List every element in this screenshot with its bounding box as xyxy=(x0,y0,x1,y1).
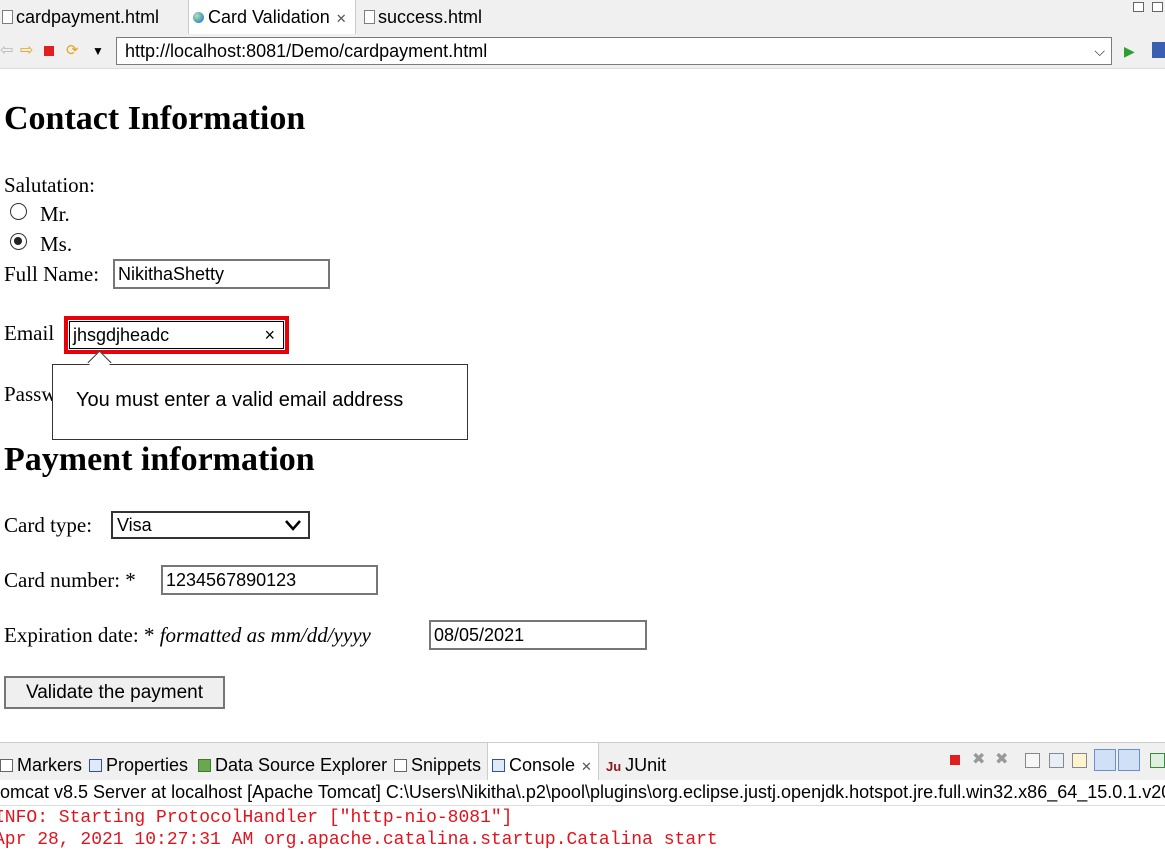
tab-cardpayment[interactable]: cardpayment.html xyxy=(2,0,159,34)
tab-label: Snippets xyxy=(411,755,482,775)
tab-success[interactable]: success.html xyxy=(364,0,482,34)
remove-all-icon[interactable]: ✖ xyxy=(995,752,1008,768)
scroll-lock-icon[interactable] xyxy=(1049,753,1064,768)
browser-toolbar: ⇦ ⇨ ⟳ ▼ http://localhost:8081/Demo/cardp… xyxy=(0,34,1165,69)
properties-icon xyxy=(89,759,102,772)
salutation-label: Salutation: xyxy=(4,173,95,197)
back-arrow-icon[interactable]: ⇦ xyxy=(0,34,13,68)
file-icon xyxy=(2,10,13,24)
validation-tooltip: You must enter a valid email address xyxy=(52,350,468,440)
email-field-error-outline: jhsgdjheadc × xyxy=(64,316,289,354)
console-process-header: omcat v8.5 Server at localhost [Apache T… xyxy=(0,780,1165,806)
browser-globe-icon xyxy=(193,12,204,23)
email-label: Email xyxy=(4,321,55,345)
tab-properties[interactable]: Properties xyxy=(89,743,188,781)
show-console-stdout-icon[interactable] xyxy=(1094,749,1116,771)
expiration-label: Expiration date: * formatted as mm/dd/yy… xyxy=(4,623,371,648)
radio-ms-label: Ms. xyxy=(40,232,73,256)
maximize-view-icon[interactable] xyxy=(1152,2,1163,12)
stop-icon[interactable] xyxy=(44,46,54,56)
remove-launch-icon[interactable]: ✖ xyxy=(972,752,985,768)
chevron-down-icon[interactable]: ⌵ xyxy=(1094,38,1105,64)
junit-icon: Ju xyxy=(606,759,622,774)
card-number-label: Card number: * xyxy=(4,568,136,592)
fullname-label: Full Name: xyxy=(4,262,100,286)
panel-tab-bar: Markers Properties Data Source Explorer … xyxy=(0,742,1165,781)
validation-message: You must enter a valid email address xyxy=(76,389,404,411)
radio-mr-label: Mr. xyxy=(40,202,70,226)
external-browser-icon[interactable] xyxy=(1152,42,1165,58)
url-text: http://localhost:8081/Demo/cardpayment.h… xyxy=(125,41,488,61)
email-value: jhsgdjheadc xyxy=(73,325,170,345)
payment-heading: Payment information xyxy=(4,441,315,478)
terminate-icon[interactable] xyxy=(950,755,960,765)
tab-snippets[interactable]: Snippets xyxy=(394,743,481,781)
expiration-input[interactable]: 08/05/2021 xyxy=(429,620,647,650)
tab-label: Properties xyxy=(106,755,189,775)
email-input[interactable]: jhsgdjheadc × xyxy=(69,321,284,349)
radio-ms[interactable] xyxy=(10,233,27,250)
tab-label: cardpayment.html xyxy=(16,7,160,27)
card-number-input[interactable]: 1234567890123 xyxy=(161,565,378,595)
tab-junit[interactable]: Ju JUnit xyxy=(606,743,666,781)
card-type-select[interactable]: Visa xyxy=(111,511,310,539)
fullname-input[interactable]: NikithaShetty xyxy=(113,259,330,289)
chevron-down-icon xyxy=(285,520,301,531)
close-tab-icon[interactable]: ✕ xyxy=(581,759,592,774)
data-source-icon xyxy=(198,759,211,772)
tab-console[interactable]: Console ✕ xyxy=(487,743,599,781)
console-output: INFO: Starting ProtocolHandler ["http-ni… xyxy=(0,806,1165,850)
tab-data-source-explorer[interactable]: Data Source Explorer xyxy=(198,743,387,781)
console-icon xyxy=(492,759,505,772)
web-page-content: Contact Information Salutation: Mr. Ms. … xyxy=(0,69,1165,741)
go-icon[interactable]: ▶ xyxy=(1124,34,1135,68)
expiration-hint: formatted as mm/dd/yyyy xyxy=(159,623,371,647)
card-type-value: Visa xyxy=(117,515,152,535)
tab-card-validation[interactable]: Card Validation ✕ xyxy=(188,0,356,34)
clear-icon[interactable]: × xyxy=(264,322,275,348)
forward-arrow-icon[interactable]: ⇨ xyxy=(20,34,33,68)
tab-label: Markers xyxy=(17,755,83,775)
contact-heading: Contact Information xyxy=(4,100,306,137)
url-input[interactable]: http://localhost:8081/Demo/cardpayment.h… xyxy=(116,37,1112,65)
refresh-icon[interactable]: ⟳ xyxy=(66,34,79,68)
tab-label: success.html xyxy=(378,7,483,27)
chevron-down-icon[interactable]: ▼ xyxy=(92,34,104,68)
card-type-label: Card type: xyxy=(4,513,93,537)
password-label: Passw xyxy=(4,382,57,406)
radio-mr[interactable] xyxy=(10,203,27,220)
clear-console-icon[interactable] xyxy=(1025,753,1040,768)
tab-label: Data Source Explorer xyxy=(215,755,388,775)
snippets-icon xyxy=(394,759,407,772)
pin-console-icon[interactable] xyxy=(1150,753,1165,768)
show-console-stderr-icon[interactable] xyxy=(1118,749,1140,771)
tab-label: Card Validation xyxy=(208,7,330,27)
markers-icon xyxy=(0,759,13,772)
file-icon xyxy=(364,10,375,24)
tab-label: Console xyxy=(509,755,576,775)
tab-markers[interactable]: Markers xyxy=(0,743,82,781)
editor-tab-bar: cardpayment.html Card Validation ✕ succes… xyxy=(0,0,1165,34)
close-tab-icon[interactable]: ✕ xyxy=(336,11,347,26)
validate-payment-button[interactable]: Validate the payment xyxy=(4,676,225,709)
minimize-view-icon[interactable] xyxy=(1133,2,1144,12)
tab-label: JUnit xyxy=(625,755,667,775)
console-line: Apr 28, 2021 10:27:31 AM org.apache.cata… xyxy=(0,830,718,850)
word-wrap-icon[interactable] xyxy=(1072,753,1087,768)
tooltip-arrow xyxy=(87,350,112,375)
console-line: INFO: Starting ProtocolHandler ["http-ni… xyxy=(0,808,513,828)
expiration-label-text: Expiration date: * xyxy=(4,623,155,647)
